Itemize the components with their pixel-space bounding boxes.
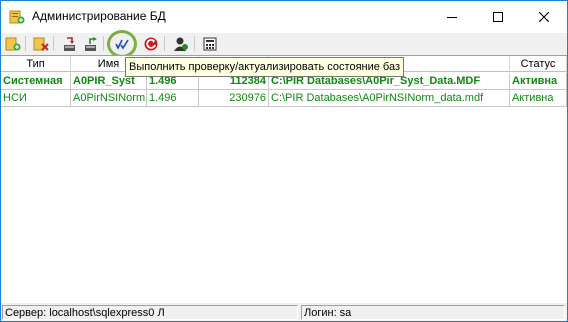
admin-db-window: Администрирование БД Тип Имя Статус Сист…: [0, 0, 568, 322]
add-database-button[interactable]: [3, 34, 23, 53]
toolbar-separator: [134, 36, 135, 51]
toolbar-separator: [25, 36, 26, 51]
attach-database-button[interactable]: [81, 34, 101, 53]
cell-size: 230976: [199, 90, 269, 107]
login-status: Логин: sa: [301, 305, 565, 320]
close-icon: [539, 11, 549, 22]
users-button[interactable]: [171, 34, 191, 53]
close-button[interactable]: [521, 1, 567, 32]
toolbar-separator: [164, 36, 165, 51]
attach-database-icon: [85, 36, 97, 51]
column-header-status[interactable]: Статус: [510, 56, 567, 72]
tooltip: Выполнить проверку/актуализировать состо…: [125, 57, 405, 77]
title-bar[interactable]: Администрирование БД: [1, 1, 567, 33]
refresh-button[interactable]: [141, 34, 161, 53]
maximize-button[interactable]: [475, 1, 521, 32]
database-table[interactable]: Тип Имя Статус Системная A0PIR_Syst 1.49…: [1, 55, 567, 303]
user-icon: [174, 37, 188, 51]
window-title: Администрирование БД: [32, 9, 166, 23]
minimize-icon: [447, 16, 457, 18]
detach-database-button[interactable]: [59, 34, 79, 53]
column-header-type[interactable]: Тип: [1, 56, 71, 72]
cell-name: A0PirNSINorm: [71, 90, 147, 107]
add-database-icon: [5, 37, 21, 50]
calculator-icon: [203, 37, 217, 50]
status-bar: Сервер: localhost\sqlexpress0 Л Логин: s…: [1, 303, 567, 321]
calculator-button[interactable]: [200, 34, 220, 53]
delete-database-button[interactable]: [31, 34, 51, 53]
check-database-button[interactable]: [112, 34, 132, 53]
cell-status: Активна: [510, 90, 567, 107]
cell-type: Системная: [1, 73, 71, 90]
cell-status: Активна: [510, 73, 567, 90]
server-status: Сервер: localhost\sqlexpress0 Л: [2, 305, 298, 320]
toolbar-separator: [103, 36, 104, 51]
check-database-icon: [115, 39, 129, 50]
cell-path: C:\PIR Databases\A0PirNSINorm_data.mdf: [269, 90, 510, 107]
toolbar-separator: [53, 36, 54, 51]
cell-version: 1.496: [147, 90, 199, 107]
delete-database-icon: [33, 37, 49, 51]
toolbar: [1, 33, 567, 54]
cell-type: НСИ: [1, 90, 71, 107]
maximize-icon: [493, 11, 503, 22]
toolbar-separator: [194, 36, 195, 51]
detach-database-icon: [64, 36, 75, 51]
database-app-icon: [9, 9, 25, 25]
minimize-button[interactable]: [429, 1, 475, 32]
refresh-icon: [144, 37, 158, 50]
